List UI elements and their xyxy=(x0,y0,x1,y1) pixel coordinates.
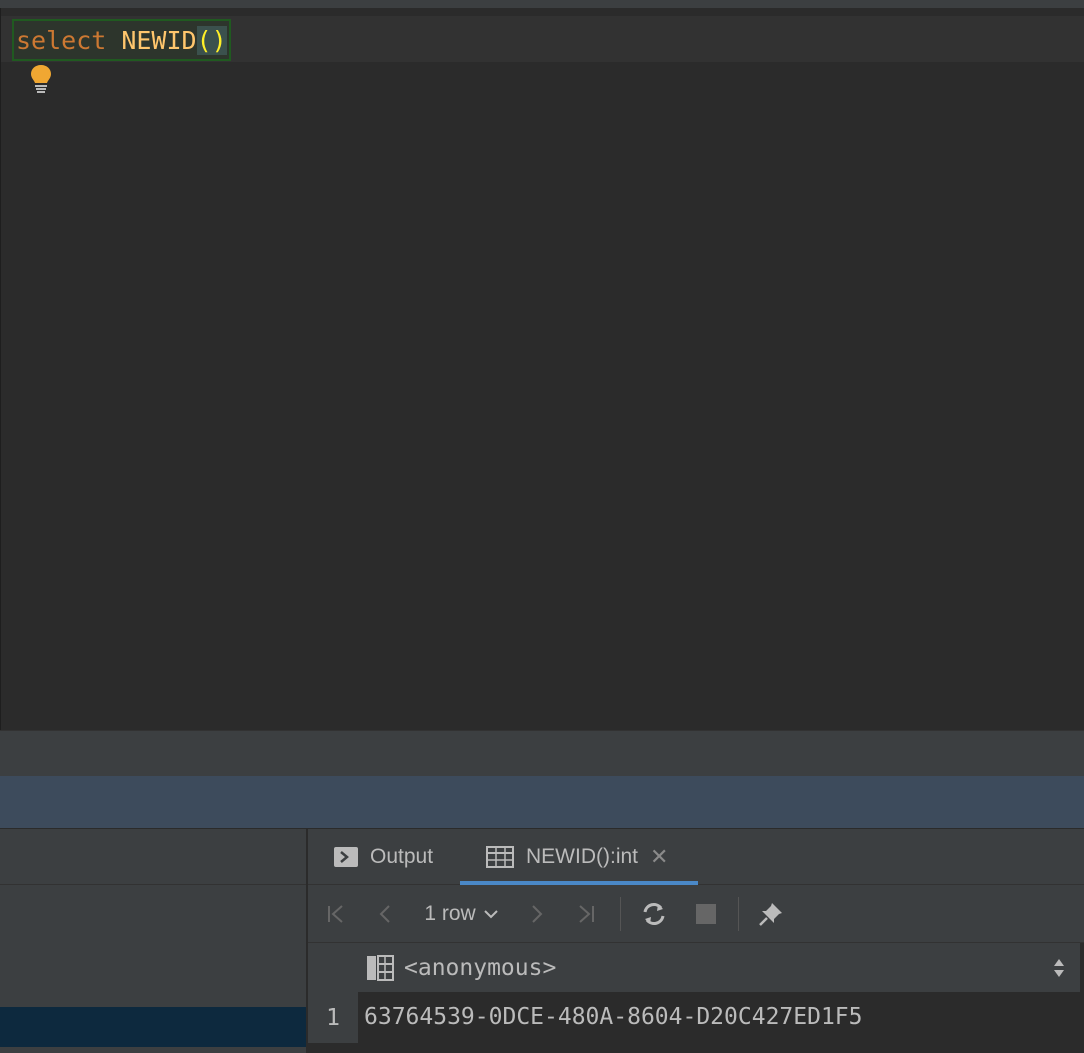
lightbulb-icon[interactable] xyxy=(27,63,55,95)
sql-parens: () xyxy=(196,25,227,55)
sql-function: NEWID xyxy=(121,25,197,55)
column-name: <anonymous> xyxy=(404,954,557,981)
row-count-dropdown[interactable]: 1 row xyxy=(422,885,502,943)
previous-page-icon[interactable] xyxy=(372,885,400,943)
result-cell[interactable]: 63764539-0DCE-480A-8604-D20C427ED1F5 xyxy=(358,993,1080,1041)
row-number-header xyxy=(308,943,358,993)
results-grid: <anonymous> 1 63764539-0DCE-480A-8604-D2… xyxy=(308,943,1084,1053)
first-page-icon[interactable] xyxy=(320,885,352,943)
next-page-icon[interactable] xyxy=(522,885,550,943)
services-tree-selected-row[interactable] xyxy=(0,1007,306,1047)
toolbar-separator xyxy=(620,897,621,931)
chevron-down-icon xyxy=(483,910,498,919)
refresh-icon[interactable] xyxy=(638,885,670,943)
services-panel: Output NEWID():int ✕ 1 row <anonymous> 1… xyxy=(0,828,1084,1053)
toolbar-separator xyxy=(738,897,739,931)
tab-newid-label: NEWID():int xyxy=(526,845,638,868)
results-toolbar: 1 row xyxy=(308,885,1084,943)
console-icon xyxy=(334,847,358,867)
editor-status-area xyxy=(0,730,1084,776)
results-tabs: Output NEWID():int ✕ xyxy=(308,829,1084,885)
sort-arrows-icon[interactable] xyxy=(1052,957,1066,979)
column-icon xyxy=(367,954,394,981)
tab-newid-result[interactable]: NEWID():int ✕ xyxy=(460,829,698,885)
tab-output[interactable]: Output xyxy=(334,829,433,885)
code-statement[interactable]: select NEWID () xyxy=(12,19,231,61)
row-number: 1 xyxy=(308,993,358,1043)
results-pane: Output NEWID():int ✕ 1 row <anonymous> 1… xyxy=(308,829,1084,1053)
pin-icon[interactable] xyxy=(754,885,788,943)
column-header[interactable]: <anonymous> xyxy=(358,943,1080,993)
tab-output-label: Output xyxy=(370,845,434,868)
services-tree-header xyxy=(0,829,306,885)
table-icon xyxy=(486,846,514,868)
services-tree xyxy=(0,829,306,1053)
top-strip xyxy=(0,0,1084,8)
sql-editor[interactable]: select NEWID () xyxy=(0,8,1084,730)
row-count-label: 1 row xyxy=(424,902,476,925)
stop-icon[interactable] xyxy=(690,885,722,943)
sql-keyword: select xyxy=(16,25,107,55)
last-page-icon[interactable] xyxy=(570,885,602,943)
services-title-bar xyxy=(0,776,1084,828)
close-tab-icon[interactable]: ✕ xyxy=(650,844,668,870)
